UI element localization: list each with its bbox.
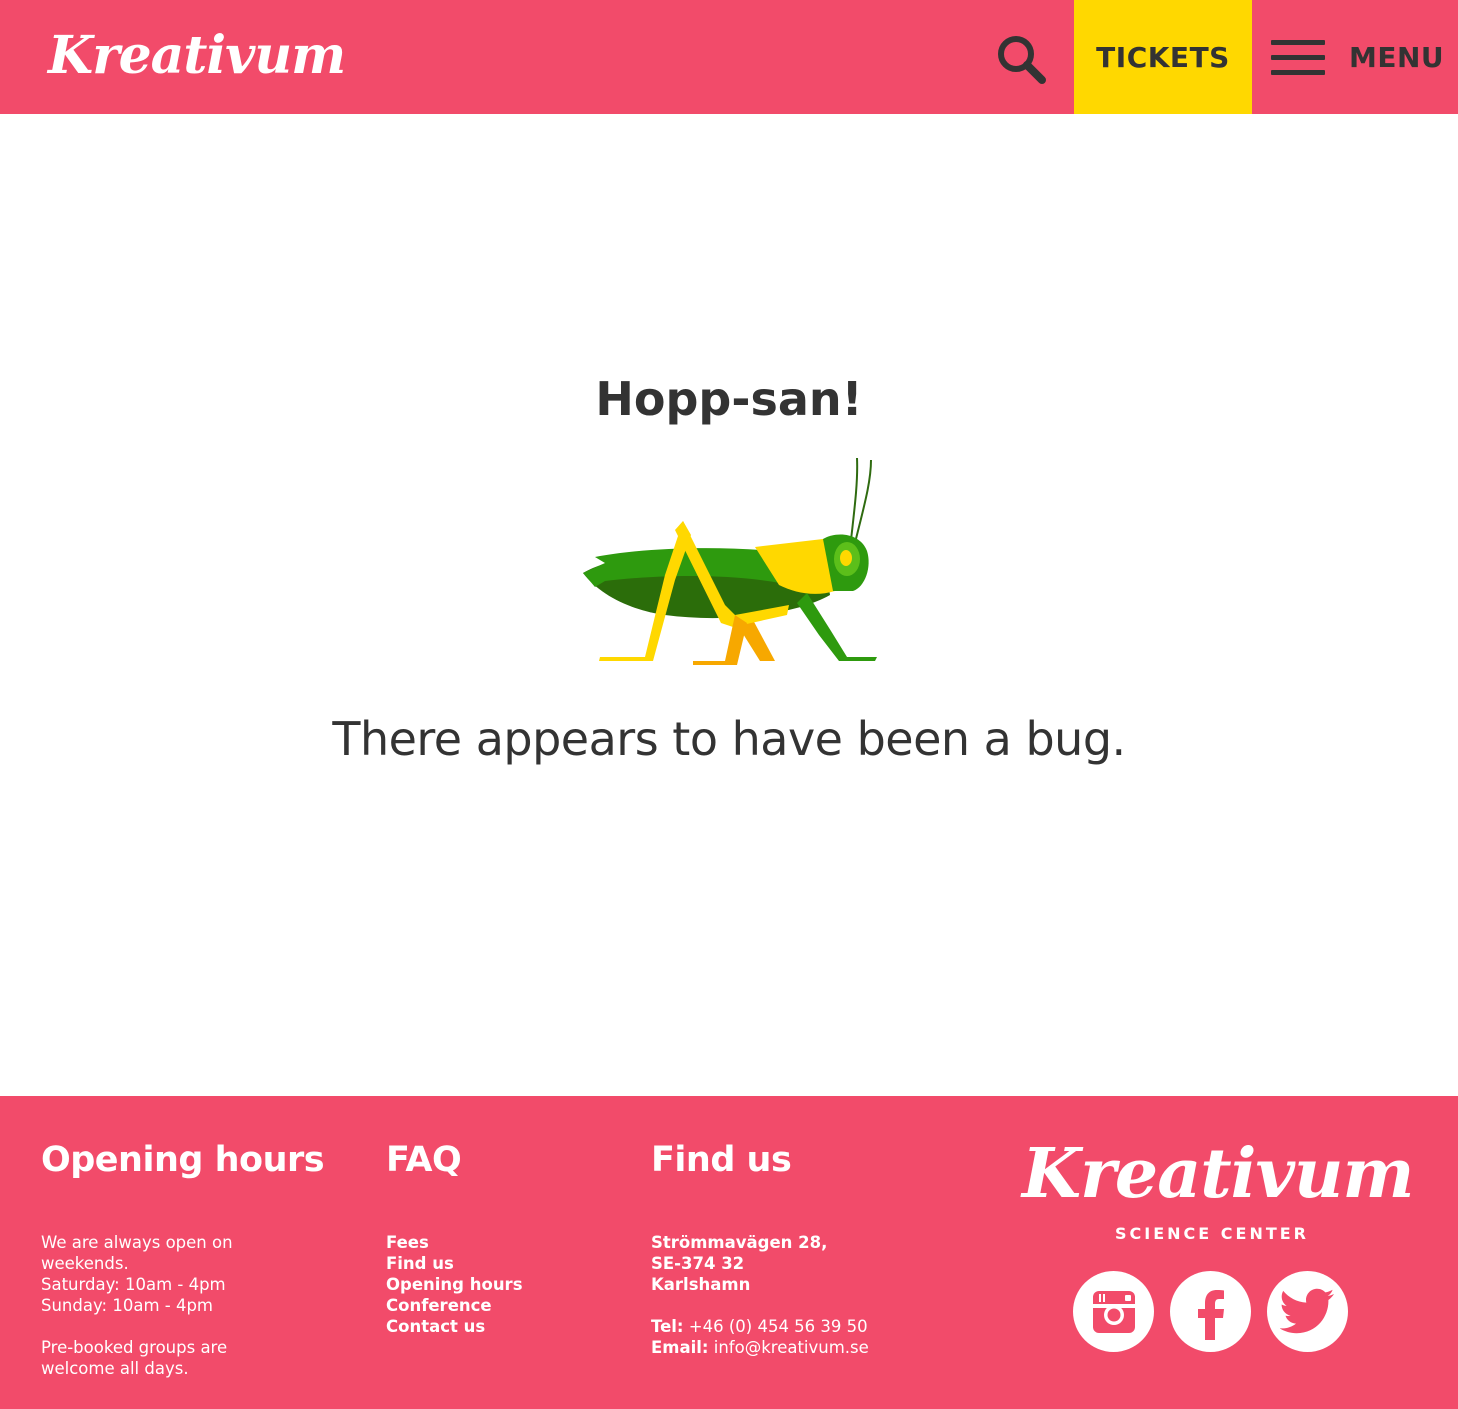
tickets-button[interactable]: TICKETS — [1074, 0, 1252, 114]
phone-row: Tel: +46 (0) 454 56 39 50 — [651, 1316, 869, 1337]
menu-button[interactable]: MENU — [1268, 0, 1448, 114]
grasshopper-illustration — [583, 457, 877, 665]
groups-note-line: Pre-booked groups are — [41, 1338, 228, 1357]
instagram-button[interactable] — [1073, 1271, 1154, 1352]
site-logo[interactable]: Kreativum — [48, 24, 346, 88]
faq-link-find-us[interactable]: Find us — [386, 1253, 523, 1274]
search-icon — [998, 36, 1046, 84]
hours-line: Saturday: 10am - 4pm — [41, 1275, 226, 1294]
hamburger-icon — [1271, 40, 1325, 75]
faq-link-fees[interactable]: Fees — [386, 1232, 523, 1253]
footer-logo: Kreativum — [1022, 1134, 1414, 1214]
facebook-button[interactable] — [1170, 1271, 1251, 1352]
error-title: Hopp-san! — [595, 372, 863, 426]
site-footer: Opening hours We are always open on week… — [0, 1096, 1458, 1409]
groups-note-line: welcome all days. — [41, 1359, 189, 1378]
email-row: Email: info@kreativum.se — [651, 1337, 869, 1358]
faq-heading: FAQ — [386, 1140, 462, 1180]
address-line: SE-374 32 — [651, 1254, 745, 1273]
hours-line: Sunday: 10am - 4pm — [41, 1296, 214, 1315]
phone-value[interactable]: +46 (0) 454 56 39 50 — [689, 1317, 868, 1336]
find-us-heading: Find us — [651, 1140, 792, 1180]
hours-line: We are always open on — [41, 1233, 233, 1252]
address-line: Strömmavägen 28, — [651, 1233, 828, 1252]
error-message: There appears to have been a bug. — [332, 712, 1126, 766]
site-header: Kreativum TICKETS MENU — [0, 0, 1458, 114]
email-value[interactable]: info@kreativum.se — [714, 1338, 869, 1357]
footer-logo-subtitle: SCIENCE CENTER — [1114, 1224, 1309, 1243]
facebook-icon — [1197, 1289, 1224, 1340]
twitter-button[interactable] — [1267, 1271, 1348, 1352]
phone-label: Tel: — [651, 1317, 684, 1336]
hours-line: weekends. — [41, 1254, 129, 1273]
address-line: Karlshamn — [651, 1275, 751, 1294]
faq-link-opening-hours[interactable]: Opening hours — [386, 1274, 523, 1295]
faq-link-conference[interactable]: Conference — [386, 1295, 523, 1316]
menu-label: MENU — [1349, 40, 1445, 74]
search-button[interactable] — [992, 32, 1052, 92]
faq-link-contact-us[interactable]: Contact us — [386, 1316, 523, 1337]
twitter-icon — [1279, 1288, 1334, 1333]
opening-hours-heading: Opening hours — [41, 1140, 325, 1180]
instagram-icon — [1092, 1290, 1135, 1333]
email-label: Email: — [651, 1338, 709, 1357]
